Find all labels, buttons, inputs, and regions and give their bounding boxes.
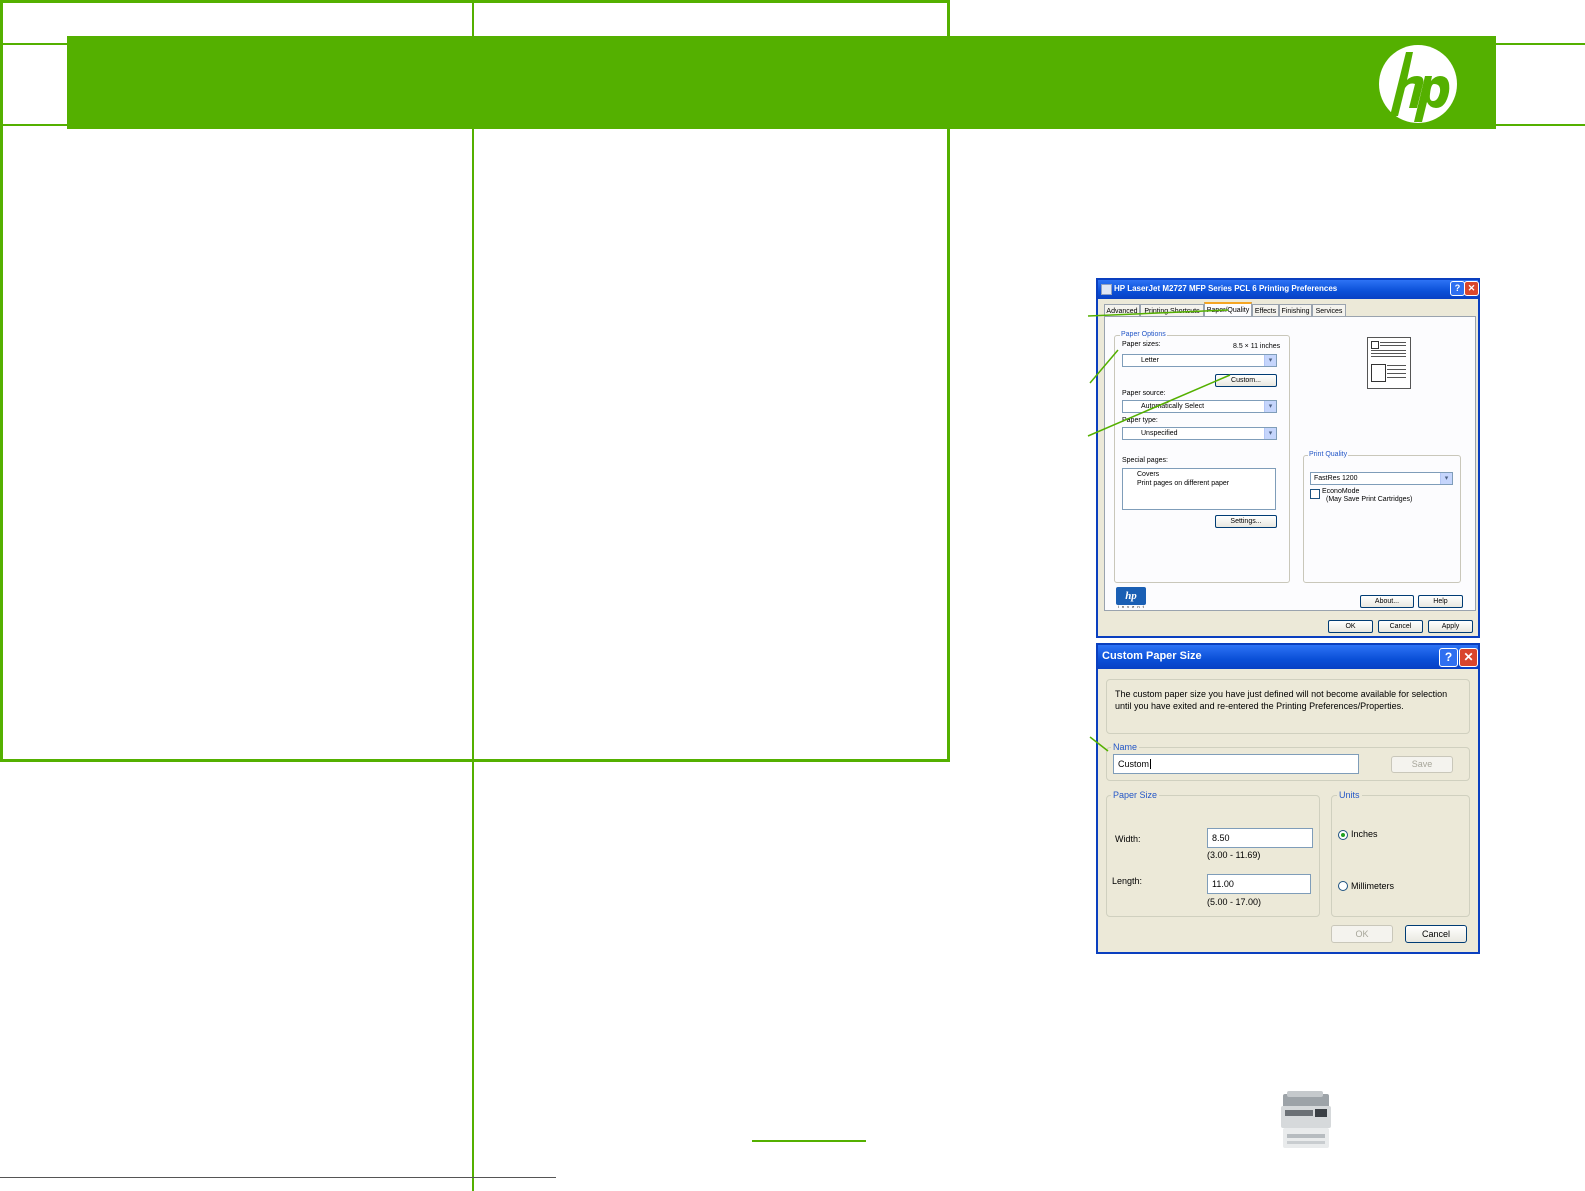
- millimeters-radio[interactable]: [1338, 881, 1348, 891]
- paper-size-group: Paper Size Width: 8.50 (3.00 - 11.69) Le…: [1106, 790, 1320, 917]
- width-field[interactable]: 8.50: [1207, 828, 1313, 848]
- table-row-divider: [0, 124, 1585, 126]
- close-title-button[interactable]: ✕: [1459, 648, 1478, 667]
- table-row-divider: [0, 43, 1585, 45]
- cancel-button[interactable]: Cancel: [1378, 620, 1423, 633]
- width-label: Width:: [1115, 834, 1141, 844]
- units-group-label: Units: [1337, 790, 1362, 800]
- close-title-button[interactable]: ✕: [1464, 281, 1479, 296]
- hp-logo-icon: [1379, 45, 1457, 123]
- header-banner: [67, 36, 1496, 129]
- economode-label: EconoMode: [1322, 488, 1360, 495]
- callout-line: [1089, 736, 1109, 752]
- length-label: Length:: [1112, 876, 1143, 886]
- custom-ok-button[interactable]: OK: [1331, 925, 1393, 943]
- dialog-title: HP LaserJet M2727 MFP Series PCL 6 Print…: [1114, 284, 1338, 293]
- page-preview-icon: [1367, 337, 1411, 389]
- help-button[interactable]: Help: [1418, 595, 1463, 608]
- width-range: (3.00 - 11.69): [1207, 850, 1261, 860]
- callout-line: [1087, 374, 1231, 437]
- printing-preferences-titlebar: HP LaserJet M2727 MFP Series PCL 6 Print…: [1098, 280, 1479, 299]
- help-title-button[interactable]: ?: [1450, 281, 1465, 296]
- mfp-printer-icon: [1281, 1091, 1331, 1148]
- apply-button[interactable]: Apply: [1428, 620, 1473, 633]
- callout-line: [1089, 349, 1119, 384]
- help-title-button[interactable]: ?: [1439, 648, 1458, 667]
- inches-radio[interactable]: [1338, 830, 1348, 840]
- print-quality-group: Print Quality FastRes 1200 ▾ EconoMode (…: [1303, 451, 1461, 583]
- chevron-down-icon: ▾: [1440, 473, 1452, 484]
- ok-button[interactable]: OK: [1328, 620, 1373, 633]
- table-column-divider: [472, 0, 474, 1191]
- printer-icon: [1101, 284, 1112, 295]
- print-quality-select[interactable]: FastRes 1200 ▾: [1310, 472, 1453, 485]
- footer-rule: [0, 1177, 556, 1178]
- millimeters-label: Millimeters: [1351, 881, 1395, 891]
- print-quality-value: FastRes 1200: [1314, 475, 1358, 482]
- economode-note: (May Save Print Cartridges): [1326, 496, 1413, 503]
- about-button[interactable]: About...: [1360, 595, 1414, 608]
- length-field[interactable]: 11.00: [1207, 874, 1311, 894]
- length-range: (5.00 - 17.00): [1207, 897, 1262, 907]
- save-button[interactable]: Save: [1391, 756, 1453, 773]
- footer-link-underline[interactable]: [752, 1140, 866, 1142]
- inches-label: Inches: [1351, 829, 1378, 839]
- custom-cancel-button[interactable]: Cancel: [1405, 925, 1467, 943]
- callout-lines: [1087, 309, 1231, 752]
- callout-line: [1087, 309, 1229, 317]
- paper-size-group-label: Paper Size: [1111, 790, 1160, 800]
- units-group: Units Inches Millimeters: [1331, 790, 1470, 917]
- text-cursor: [1150, 759, 1152, 769]
